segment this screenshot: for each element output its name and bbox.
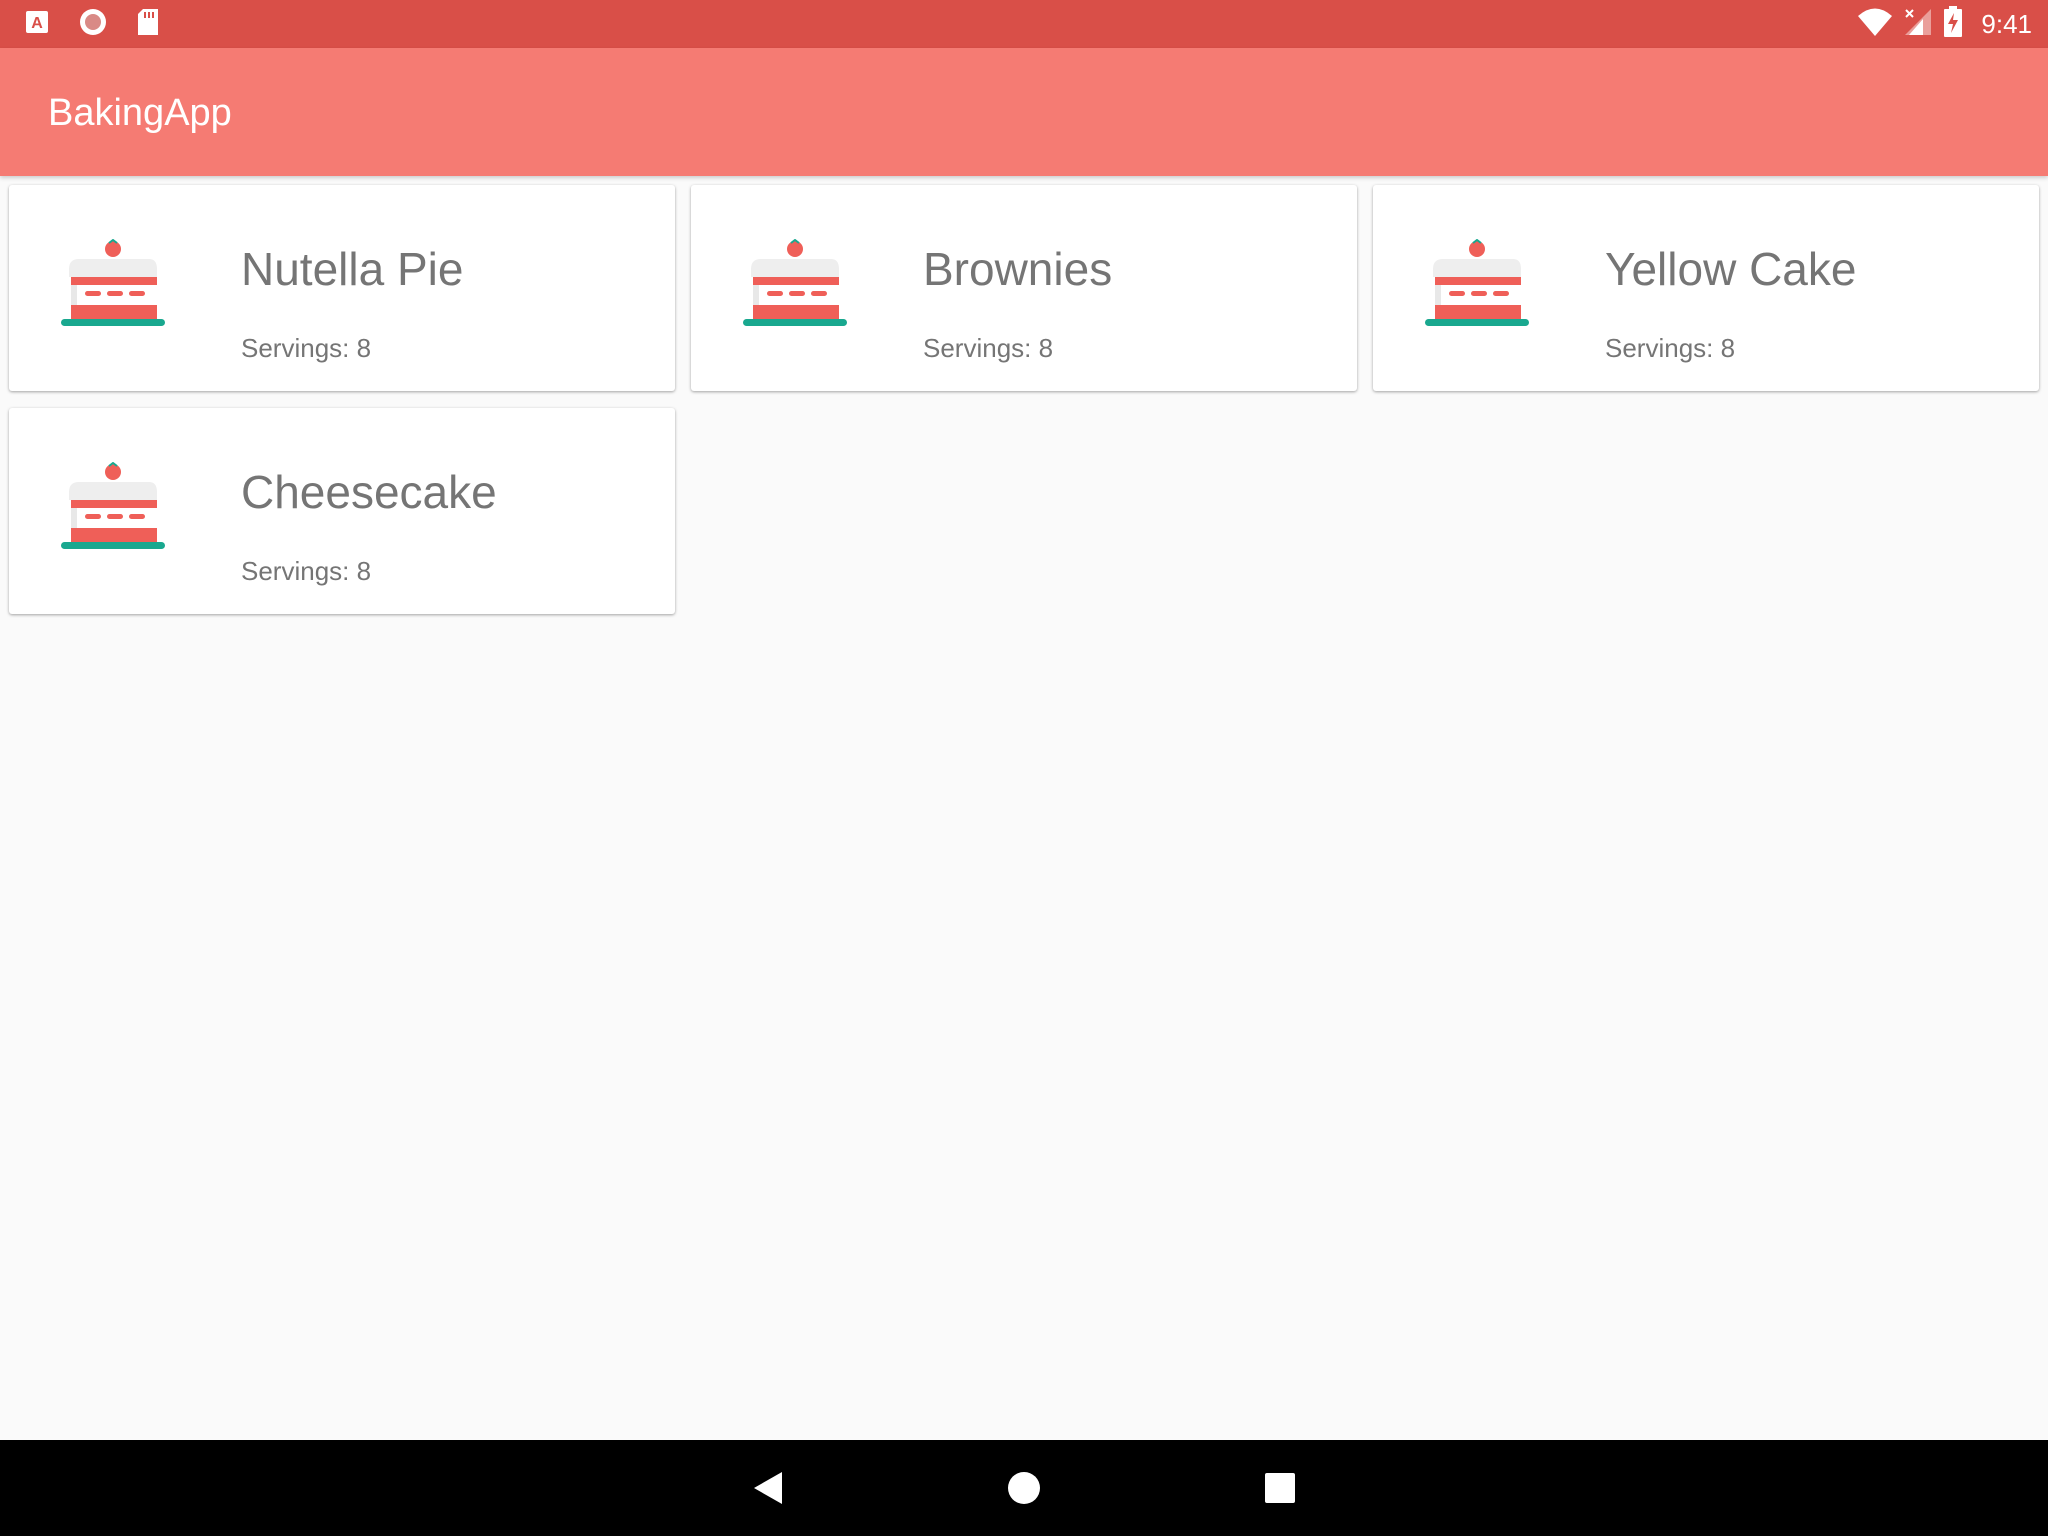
home-button[interactable] [1000, 1464, 1048, 1512]
recipe-grid: Nutella Pie Servings: 8 Brownies Serving… [0, 176, 2048, 1440]
recipe-servings: Servings: 8 [923, 333, 1054, 363]
recipe-servings: Servings: 8 [241, 556, 372, 586]
record-icon [78, 7, 108, 42]
recipe-card[interactable]: Brownies Servings: 8 [691, 185, 1357, 391]
back-icon [754, 1472, 782, 1504]
status-time: 9:41 [1981, 8, 2032, 39]
back-button[interactable] [744, 1464, 792, 1512]
sd-card-icon [136, 8, 160, 41]
recipe-name: Cheesecake [241, 466, 497, 518]
cake-icon [61, 239, 165, 326]
recipe-servings: Servings: 8 [1605, 333, 1736, 363]
recipe-name: Nutella Pie [241, 243, 464, 295]
recipe-name: Brownies [923, 243, 1113, 295]
app-bar: BakingApp [0, 48, 2048, 176]
app-title: BakingApp [48, 92, 232, 134]
wifi-icon [1857, 7, 1893, 42]
cake-icon [743, 239, 847, 326]
home-icon [1008, 1472, 1040, 1504]
recents-icon [1265, 1473, 1295, 1503]
status-system-icons: 9:41 [1857, 0, 2032, 48]
navigation-bar [0, 1440, 2048, 1536]
status-bar: A 9:41 [0, 0, 2048, 48]
recipe-card[interactable]: Yellow Cake Servings: 8 [1373, 185, 2039, 391]
svg-text:A: A [31, 15, 43, 32]
battery-charging-icon [1943, 5, 1963, 43]
recipe-card[interactable]: Cheesecake Servings: 8 [9, 408, 675, 614]
status-notification-icons: A [24, 7, 160, 42]
cake-icon [61, 462, 165, 549]
recipe-name: Yellow Cake [1605, 243, 1857, 295]
recipe-servings: Servings: 8 [241, 333, 372, 363]
recents-button[interactable] [1256, 1464, 1304, 1512]
cake-icon [1425, 239, 1529, 326]
recipe-card[interactable]: Nutella Pie Servings: 8 [9, 185, 675, 391]
text-a-icon: A [24, 9, 50, 40]
signal-icon [1903, 7, 1933, 42]
